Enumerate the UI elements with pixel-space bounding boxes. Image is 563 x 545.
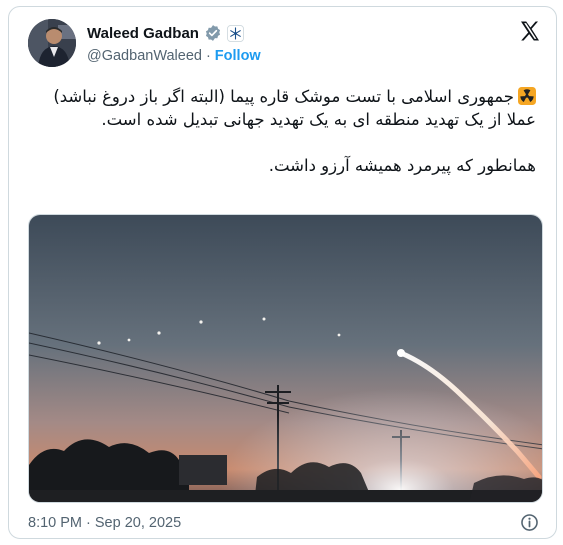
avatar[interactable] xyxy=(28,19,76,67)
author-handle[interactable]: @GadbanWaleed xyxy=(87,48,202,64)
avatar-photo xyxy=(28,19,76,67)
tweet-text: جمهوری اسلامی با تست موشک قاره پیما (الب… xyxy=(28,85,536,177)
tweet-timestamp[interactable]: 8:10 PM · Sep 20, 2025 xyxy=(28,515,181,531)
separator-dot: · xyxy=(205,48,211,64)
follow-button[interactable]: Follow xyxy=(215,48,261,64)
tweet-card: Waleed Gadban @GadbanWaleed · Follow جمه… xyxy=(8,6,557,539)
tweet-paragraph-1: جمهوری اسلامی با تست موشک قاره پیما (الب… xyxy=(48,87,536,129)
verified-badge-icon xyxy=(205,25,221,41)
tweet-media-image[interactable] xyxy=(28,214,543,503)
author-display-name[interactable]: Waleed Gadban xyxy=(87,25,199,42)
x-logo-icon[interactable] xyxy=(518,19,542,43)
dusk-sky-photo xyxy=(29,215,542,502)
radioactive-icon xyxy=(518,87,536,105)
snowflake-affiliate-icon[interactable] xyxy=(226,24,244,42)
info-icon[interactable] xyxy=(520,513,539,532)
tweet-paragraph-2: همانطور که پیرمرد همیشه آرزو داشت. xyxy=(268,156,536,175)
